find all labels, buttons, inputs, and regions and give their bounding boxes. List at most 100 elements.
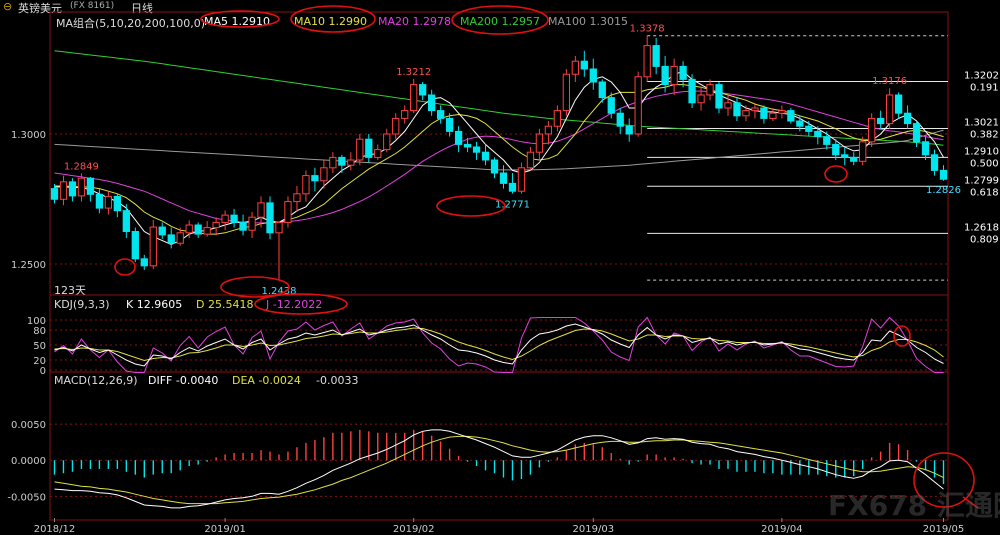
price-annotation: 1.2826 bbox=[926, 185, 961, 196]
candle-down bbox=[167, 234, 175, 244]
candle-up bbox=[697, 94, 705, 104]
candle-up bbox=[320, 167, 328, 182]
candle-up bbox=[885, 94, 894, 125]
ellipse-ma200 bbox=[451, 5, 549, 35]
candle-up bbox=[149, 226, 157, 267]
ellipse-ma10 bbox=[290, 5, 376, 33]
candle-down bbox=[472, 146, 481, 153]
macd-axis-label: -0.0050 bbox=[7, 492, 46, 503]
candle-down bbox=[903, 112, 912, 125]
fib-ratio-label: 0.500 bbox=[970, 158, 999, 169]
chart-window: { "title_bar": {"symbol": "英镑美元", "code"… bbox=[0, 0, 1000, 535]
candle-down bbox=[607, 97, 615, 114]
candle-up bbox=[751, 107, 759, 112]
candle-down bbox=[814, 130, 822, 138]
candle-up bbox=[356, 138, 364, 161]
price-annotation: 1.3378 bbox=[630, 24, 665, 35]
candle-up bbox=[634, 76, 642, 135]
candle-up bbox=[383, 133, 391, 151]
candle-up bbox=[535, 133, 544, 153]
candle-up bbox=[77, 177, 86, 197]
candle-up bbox=[329, 156, 337, 169]
candle-down bbox=[445, 117, 454, 132]
kline-chart[interactable]: 1.30001.250010080502000.00500.0000-0.005… bbox=[0, 0, 1000, 535]
candle-down bbox=[787, 110, 795, 122]
candle-up bbox=[571, 60, 579, 75]
candle-up bbox=[212, 221, 220, 229]
candle-up bbox=[104, 195, 113, 209]
candle-down bbox=[194, 224, 202, 235]
price-axis-label: 1.2500 bbox=[11, 260, 46, 271]
candle-down bbox=[679, 65, 687, 80]
candle-down bbox=[499, 172, 508, 184]
candle-up bbox=[562, 73, 570, 112]
candle-down bbox=[939, 169, 948, 180]
candle-up bbox=[769, 112, 777, 119]
candle-up bbox=[59, 181, 68, 200]
candle-down bbox=[661, 65, 669, 86]
candle-up bbox=[275, 221, 283, 234]
candle-down bbox=[490, 159, 499, 174]
candle-down bbox=[805, 125, 813, 132]
candle-up bbox=[410, 84, 418, 112]
fib-price-label: 1.3202 bbox=[964, 70, 999, 81]
candle-down bbox=[481, 151, 490, 161]
fib-price-label: 1.2910 bbox=[964, 146, 999, 157]
fib-price-label: 1.2799 bbox=[964, 175, 999, 186]
candle-up bbox=[203, 227, 211, 235]
candle-down bbox=[877, 117, 885, 125]
candle-down bbox=[796, 120, 804, 127]
candle-down bbox=[131, 231, 139, 260]
price-annotation: 1.3212 bbox=[396, 67, 431, 78]
date-axis-label: 2018/12 bbox=[34, 524, 76, 535]
candle-up bbox=[553, 110, 562, 127]
candle-down bbox=[823, 136, 831, 145]
date-axis-label: 2019/05 bbox=[923, 524, 965, 535]
candle-down bbox=[930, 154, 939, 171]
candle-down bbox=[68, 181, 77, 197]
candle-down bbox=[463, 143, 472, 148]
candle-up bbox=[517, 167, 526, 192]
macd-axis-label: 0.0050 bbox=[11, 420, 46, 431]
candle-down bbox=[580, 60, 588, 70]
candle-up bbox=[284, 201, 292, 223]
candle-down bbox=[832, 143, 840, 156]
candle-up bbox=[257, 202, 265, 218]
candle-up bbox=[526, 151, 535, 169]
fib-ratio-label: 0.618 bbox=[970, 187, 999, 198]
candle-up bbox=[859, 141, 867, 162]
ellipse-kdj-j bbox=[254, 293, 348, 315]
macd-axis-label: 0.0000 bbox=[11, 456, 46, 467]
candle-down bbox=[625, 125, 633, 135]
candle-down bbox=[122, 210, 130, 232]
date-axis-label: 2019/03 bbox=[573, 524, 615, 535]
candle-down bbox=[715, 84, 723, 109]
candle-down bbox=[50, 188, 59, 200]
candle-down bbox=[760, 107, 768, 119]
ellipse-low-dec bbox=[114, 258, 136, 276]
candle-down bbox=[230, 214, 238, 223]
candle-up bbox=[293, 193, 301, 203]
date-axis-label: 2019/04 bbox=[761, 524, 803, 535]
ellipse-ma5 bbox=[200, 10, 280, 28]
panel-frame bbox=[49, 11, 949, 521]
macd-dea-line bbox=[54, 435, 944, 505]
candle-down bbox=[688, 78, 696, 104]
fib-price-label: 1.2618 bbox=[964, 222, 999, 233]
candle-up bbox=[643, 45, 651, 78]
candle-down bbox=[338, 156, 346, 166]
candle-down bbox=[894, 94, 903, 114]
candle-up bbox=[401, 110, 409, 119]
candle-up bbox=[706, 84, 714, 96]
candle-down bbox=[419, 84, 427, 96]
candle-down bbox=[158, 226, 166, 236]
candle-down bbox=[841, 154, 849, 158]
fib-ratio-label: 0.191 bbox=[970, 82, 999, 93]
ma5-line bbox=[54, 71, 944, 246]
candle-down bbox=[598, 81, 606, 99]
kdj-axis-label: 80 bbox=[33, 326, 46, 337]
candle-up bbox=[176, 232, 184, 244]
candle-down bbox=[95, 193, 104, 209]
watermark: FX678 汇通网 bbox=[828, 489, 1000, 522]
candle-down bbox=[140, 258, 148, 267]
